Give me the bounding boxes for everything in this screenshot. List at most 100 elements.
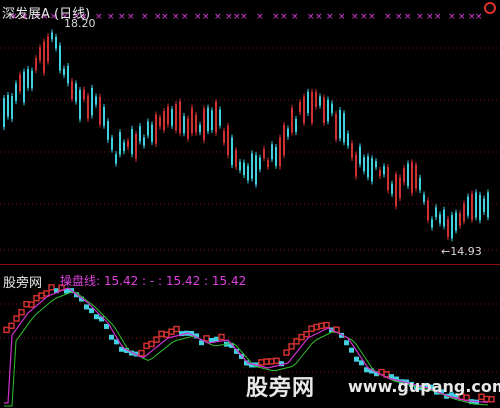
down-candle	[59, 45, 61, 71]
up-candle	[175, 104, 177, 131]
down-candle	[63, 68, 65, 75]
price-chart-panel[interactable]: × × × × × × × × × × × × × × × × × × × × × × × × × × × × × × × × × × × × × × × ×…	[0, 0, 500, 265]
up-candle	[163, 111, 165, 131]
down-candle	[487, 192, 489, 218]
up-candle	[463, 203, 465, 222]
up-candle	[47, 36, 49, 62]
step-block-down	[84, 304, 89, 310]
up-candle	[215, 101, 217, 133]
down-candle	[111, 137, 113, 150]
step-block-up	[13, 315, 20, 322]
up-candle	[263, 148, 265, 159]
up-candle	[179, 101, 181, 134]
down-candle	[27, 68, 29, 88]
down-candle	[455, 212, 457, 231]
down-candle	[91, 87, 93, 116]
signal-mark: ×	[434, 12, 442, 22]
down-candle	[343, 113, 345, 143]
up-candle	[227, 125, 229, 156]
down-candle	[431, 219, 433, 228]
up-candle	[299, 102, 301, 113]
indicator-formula: 操盘线: 15.42 : - : 15.42 : 15.42	[60, 274, 247, 288]
up-candle	[351, 143, 353, 159]
up-candle	[415, 164, 417, 189]
down-candle	[347, 133, 349, 146]
close-circle-icon[interactable]	[484, 2, 496, 14]
down-candle	[391, 183, 393, 194]
down-candle	[219, 109, 221, 126]
step-block-up	[18, 308, 25, 316]
step-block-up	[138, 349, 145, 357]
signal-mark: ×	[368, 12, 376, 22]
down-candle	[199, 124, 201, 133]
up-candle	[379, 170, 381, 177]
up-candle	[311, 91, 313, 123]
down-candle	[67, 65, 69, 84]
down-candle	[439, 214, 441, 224]
signal-mark: ×	[338, 12, 346, 22]
up-candle	[279, 137, 281, 167]
step-block-up	[173, 325, 180, 333]
signal-mark: ×	[225, 12, 233, 22]
signal-mark: ×	[384, 12, 392, 22]
step-block-down	[349, 347, 354, 353]
up-candle	[223, 130, 225, 143]
down-candle	[339, 109, 341, 139]
step-block-up	[48, 284, 55, 291]
signal-mark: ×	[161, 12, 169, 22]
step-block-up	[303, 330, 310, 338]
step-block-up	[488, 396, 495, 403]
up-candle	[99, 96, 101, 125]
down-candle	[371, 158, 373, 182]
signal-mark: ×	[256, 12, 264, 22]
up-candle	[267, 160, 269, 167]
down-candle	[383, 166, 385, 175]
signal-mark: ×	[416, 12, 424, 22]
down-candle	[407, 163, 409, 186]
down-candle	[95, 96, 97, 105]
down-candle	[75, 83, 77, 102]
down-candle	[255, 155, 257, 185]
up-candle	[167, 106, 169, 125]
down-candle	[247, 165, 249, 181]
signal-mark: ×	[214, 12, 222, 22]
down-candle	[319, 96, 321, 106]
signal-mark: ×	[141, 12, 149, 22]
signal-mark: ×	[272, 12, 280, 22]
signal-mark: ×	[291, 12, 299, 22]
down-candle	[475, 192, 477, 218]
signal-mark: ×	[172, 12, 180, 22]
down-candle	[183, 115, 185, 134]
up-candle	[323, 97, 325, 123]
signal-mark: ×	[315, 12, 323, 22]
step-block-down	[94, 314, 99, 320]
down-candle	[107, 121, 109, 140]
signal-mark: ×	[202, 12, 210, 22]
down-candle	[363, 157, 365, 172]
signal-mark: ×	[426, 12, 434, 22]
up-candle	[191, 107, 193, 134]
up-candle	[315, 91, 317, 107]
step-block-up	[288, 343, 295, 350]
up-candle	[203, 108, 205, 141]
down-candle	[251, 153, 253, 179]
down-candle	[131, 128, 133, 155]
signal-mark: ×	[118, 12, 126, 22]
down-candle	[259, 157, 261, 170]
panel-divider	[0, 264, 500, 265]
up-candle	[471, 193, 473, 220]
down-candle	[123, 142, 125, 152]
down-candle	[119, 132, 121, 155]
down-candle	[151, 124, 153, 142]
signal-mark: ×	[326, 12, 334, 22]
signal-mark: ×	[351, 12, 359, 22]
up-candle	[283, 124, 285, 156]
up-candle	[195, 114, 197, 133]
down-candle	[295, 118, 297, 133]
signal-mark: ×	[360, 12, 368, 22]
up-candle	[355, 154, 357, 177]
signal-mark: ×	[448, 12, 456, 22]
down-candle	[451, 214, 453, 239]
down-candle	[211, 110, 213, 131]
up-candle	[447, 219, 449, 238]
